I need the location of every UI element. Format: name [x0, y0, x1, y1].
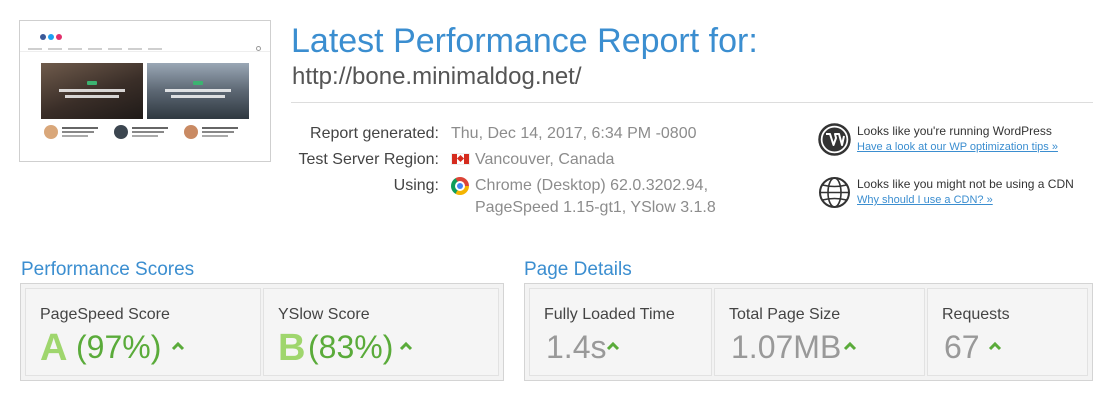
globe-icon — [819, 177, 850, 208]
caret-up-icon — [843, 341, 857, 351]
caret-up-icon — [399, 341, 413, 351]
thumbnail-hero-image — [41, 63, 143, 119]
region-label: Test Server Region: — [298, 151, 439, 168]
pagespeed-score-label: PageSpeed Score — [40, 306, 170, 323]
performance-scores-panel: PageSpeed Score A (97%) YSlow Score B (8… — [20, 283, 504, 381]
report-generated-label: Report generated: — [310, 125, 439, 142]
thumbnail-nav — [28, 29, 263, 51]
fully-loaded-time-label: Fully Loaded Time — [544, 306, 675, 323]
using-tools-value: PageSpeed 1.15-gt1, YSlow 3.1.8 — [475, 199, 716, 216]
caret-up-icon — [988, 341, 1002, 351]
tested-url: http://bone.minimaldog.net/ — [292, 63, 582, 90]
cdn-notice-text: Looks like you might not be using a CDN — [857, 177, 1074, 191]
wordpress-tips-link[interactable]: Have a look at our WP optimization tips … — [857, 141, 1058, 153]
page-details-panel: Fully Loaded Time 1.4s Total Page Size 1… — [524, 283, 1093, 381]
site-screenshot-thumbnail — [19, 20, 271, 162]
page-title: Latest Performance Report for: — [291, 22, 758, 60]
pagespeed-percent: (97%) — [76, 329, 162, 365]
fully-loaded-time-value: 1.4s — [546, 329, 607, 365]
total-page-size-card: Total Page Size 1.07MB — [714, 288, 925, 376]
wordpress-notice-text: Looks like you're running WordPress — [857, 124, 1052, 138]
region-value: Vancouver, Canada — [475, 151, 615, 168]
requests-label: Requests — [942, 306, 1010, 323]
yslow-score-label: YSlow Score — [278, 306, 370, 323]
using-label: Using: — [393, 177, 439, 194]
chrome-icon — [451, 177, 469, 195]
yslow-percent: (83%) — [308, 329, 394, 365]
requests-value: 67 — [944, 329, 980, 365]
using-browser-value: Chrome (Desktop) 62.0.3202.94, — [475, 177, 709, 194]
yslow-grade: B — [278, 327, 306, 369]
thumbnail-hero-image — [147, 63, 249, 119]
yslow-score-card: YSlow Score B (83%) — [263, 288, 499, 376]
pagespeed-grade: A — [40, 327, 68, 369]
caret-up-icon — [171, 341, 185, 351]
canada-flag-icon — [451, 153, 470, 165]
requests-card: Requests 67 — [927, 288, 1088, 376]
page-details-title: Page Details — [524, 259, 632, 280]
wordpress-icon — [818, 123, 851, 156]
caret-up-icon — [606, 341, 620, 351]
divider — [291, 102, 1093, 103]
report-generated-value: Thu, Dec 14, 2017, 6:34 PM -0800 — [451, 125, 697, 142]
total-page-size-value: 1.07MB — [731, 329, 842, 365]
total-page-size-label: Total Page Size — [729, 306, 841, 323]
fully-loaded-time-card: Fully Loaded Time 1.4s — [529, 288, 712, 376]
cdn-info-link[interactable]: Why should I use a CDN? » — [857, 194, 993, 206]
performance-scores-title: Performance Scores — [21, 259, 195, 280]
pagespeed-score-card: PageSpeed Score A (97%) — [25, 288, 261, 376]
